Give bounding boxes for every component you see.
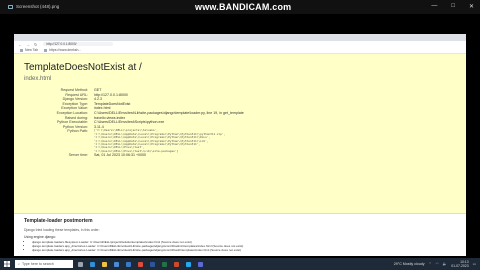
- error-title: TemplateDoesNotExist at /: [24, 62, 142, 73]
- browser-window: ← → ↻ http://127.0.0.1:8000/ New Tab htt…: [14, 34, 466, 256]
- taskbar-app-store[interactable]: [111, 260, 121, 268]
- taskbar-app-vscode[interactable]: [183, 260, 193, 268]
- postmortem-list: django.template.loaders.filesystem.Loade…: [24, 240, 456, 253]
- search-placeholder: Type here to search: [22, 262, 54, 266]
- address-url: http://127.0.0.1:8000/: [46, 42, 77, 46]
- windows-logo-icon: [4, 261, 10, 267]
- maximize-button[interactable]: □: [451, 3, 455, 10]
- python-path-list: ['C:\\Users\\DELL\\projects\\telusko', '…: [94, 129, 226, 153]
- postmortem-note: Django tried loading these templates, in…: [24, 228, 100, 232]
- list-item: django.template.loaders.app_directories.…: [32, 248, 456, 253]
- taskbar-apps: [73, 260, 205, 268]
- powerpoint-icon: [173, 261, 179, 267]
- close-button[interactable]: ✕: [469, 3, 474, 10]
- start-button[interactable]: [2, 260, 12, 268]
- notifications-icon[interactable]: ▭: [473, 262, 476, 266]
- error-summary: TemplateDoesNotExist at / index.html Req…: [14, 54, 466, 214]
- recorder-watermark: www.BANDICAM.com: [195, 2, 292, 12]
- search-icon: ⌕: [18, 262, 21, 266]
- screen: Screenshot (448).png www.BANDICAM.com — …: [0, 0, 480, 270]
- chrome-icon: [137, 261, 143, 267]
- taskbar-search-input[interactable]: ⌕ Type here to search: [15, 260, 73, 268]
- taskbar-app-file-explorer[interactable]: [99, 260, 109, 268]
- bookmark-site[interactable]: https://www.deeksh...: [44, 48, 81, 52]
- taskbar-app-word[interactable]: [147, 260, 157, 268]
- bookmark-new-tab[interactable]: New Tab: [20, 48, 38, 52]
- address-bar[interactable]: http://127.0.0.1:8000/: [43, 42, 114, 46]
- photo-viewer-titlebar: Screenshot (448).png www.BANDICAM.com — …: [0, 0, 480, 14]
- taskbar-app-mail[interactable]: [123, 260, 133, 268]
- forward-icon[interactable]: →: [26, 42, 30, 47]
- postmortem-engine: Using engine django:: [24, 235, 56, 239]
- volume-icon[interactable]: 🔈: [443, 262, 447, 266]
- python-path-row: Python Path: ['C:\\Users\\DELL\\projects…: [24, 129, 456, 153]
- browser-tabbar: [14, 34, 466, 41]
- django-error-page: TemplateDoesNotExist at / index.html Req…: [14, 54, 466, 256]
- meta-row: Server time: Sat, 01 Jul 2023 10:06:31 +0…: [68, 153, 147, 158]
- reload-icon[interactable]: ↻: [34, 42, 37, 47]
- taskbar-app-task-view[interactable]: [75, 260, 85, 268]
- store-icon: [113, 261, 119, 267]
- viewer-filename: Screenshot (448).png: [16, 4, 60, 9]
- windows-taskbar: ⌕ Type here to search 29°C Mostly cloudy…: [0, 258, 480, 270]
- taskbar-app-edge[interactable]: [87, 260, 97, 268]
- network-icon[interactable]: ◠: [436, 262, 439, 266]
- postmortem-title: Template-loader postmortem: [24, 218, 93, 224]
- clock[interactable]: 10:13 01-07-2023: [451, 260, 468, 268]
- page-icon: [20, 48, 23, 52]
- request-meta-table: Request Method: GET Request URL: http://12…: [24, 88, 456, 158]
- vscode-icon: [185, 261, 191, 267]
- excel-icon: [161, 261, 167, 267]
- tray-chevron-icon[interactable]: ⌃: [429, 262, 432, 266]
- template-postmortem: Template-loader postmortem Django tried …: [14, 214, 466, 256]
- taskbar-app-excel[interactable]: [159, 260, 169, 268]
- taskbar-app-chrome[interactable]: [135, 260, 145, 268]
- weather-widget[interactable]: 29°C Mostly cloudy: [394, 262, 425, 266]
- edge-icon: [89, 261, 95, 267]
- system-tray: 29°C Mostly cloudy ⌃ ◠ 🔈 10:13 01-07-202…: [394, 258, 476, 270]
- window-controls: — □ ✕: [431, 3, 474, 10]
- taskbar-app-photos[interactable]: [195, 260, 205, 268]
- file-explorer-icon: [101, 261, 107, 267]
- mail-icon: [125, 261, 131, 267]
- viewer-file-label: Screenshot (448).png: [8, 4, 59, 9]
- minimize-button[interactable]: —: [431, 3, 437, 10]
- error-subtitle: index.html: [24, 76, 52, 82]
- page-icon: [44, 48, 48, 52]
- photos-icon: [197, 261, 203, 267]
- clock-date: 01-07-2023: [451, 264, 469, 268]
- image-file-icon: [8, 4, 13, 9]
- word-icon: [149, 261, 155, 267]
- back-icon[interactable]: ←: [18, 42, 22, 47]
- task-view-icon: [77, 261, 83, 267]
- taskbar-app-powerpoint[interactable]: [171, 260, 181, 268]
- bookmarks-bar: New Tab https://www.deeksh...: [14, 47, 466, 54]
